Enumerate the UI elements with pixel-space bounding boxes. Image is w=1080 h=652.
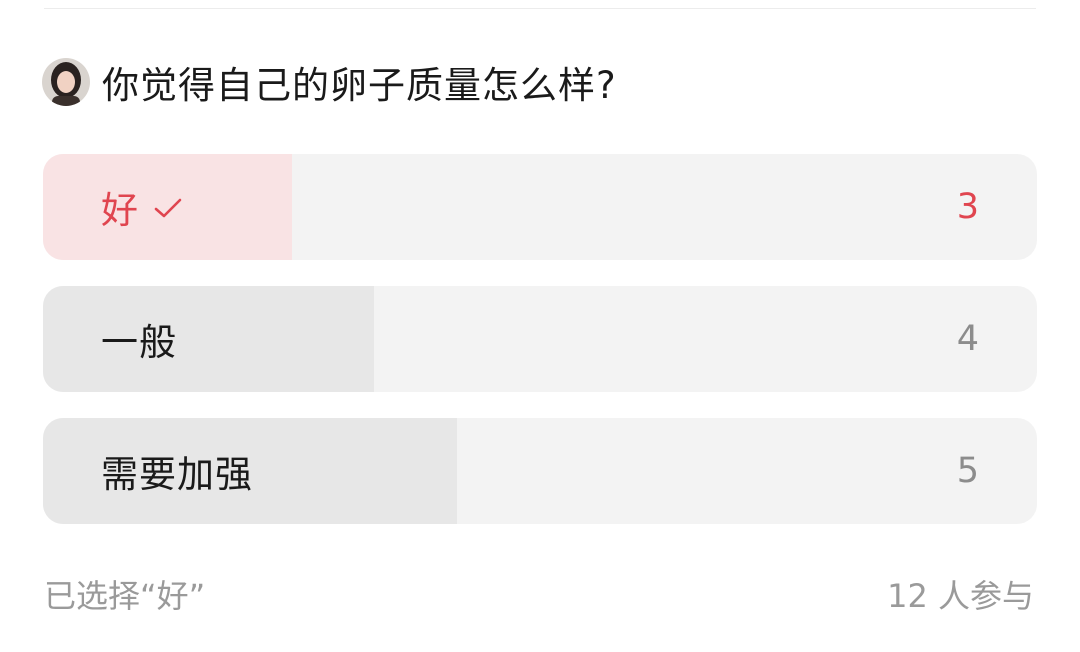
poll-question: 你觉得自己的卵子质量怎么样?	[102, 64, 617, 107]
poll-options: 好 3 一般 4 需要加强 5	[43, 154, 1037, 550]
poll-option-label: 需要加强	[101, 453, 253, 496]
poll-option-fill	[43, 286, 374, 392]
selection-status: 已选择“好”	[44, 577, 206, 615]
top-divider	[44, 8, 1036, 9]
poll-footer: 已选择“好” 12 人参与	[44, 566, 1034, 622]
poll-option-label: 一般	[101, 321, 177, 364]
poll-header: 你觉得自己的卵子质量怎么样?	[42, 56, 617, 108]
poll-option-count: 3	[956, 187, 979, 227]
poll-option-count: 5	[956, 451, 979, 491]
avatar[interactable]	[42, 58, 90, 106]
poll-option-count: 4	[956, 319, 979, 359]
participant-count: 12 人参与	[887, 577, 1034, 615]
poll-option-average[interactable]: 一般 4	[43, 286, 1037, 392]
poll-option-good[interactable]: 好 3	[43, 154, 1037, 260]
poll-option-needs-improvement[interactable]: 需要加强 5	[43, 418, 1037, 524]
checkmark-icon	[153, 186, 183, 229]
poll-option-label: 好	[101, 189, 139, 232]
avatar-photo-icon	[42, 58, 90, 106]
